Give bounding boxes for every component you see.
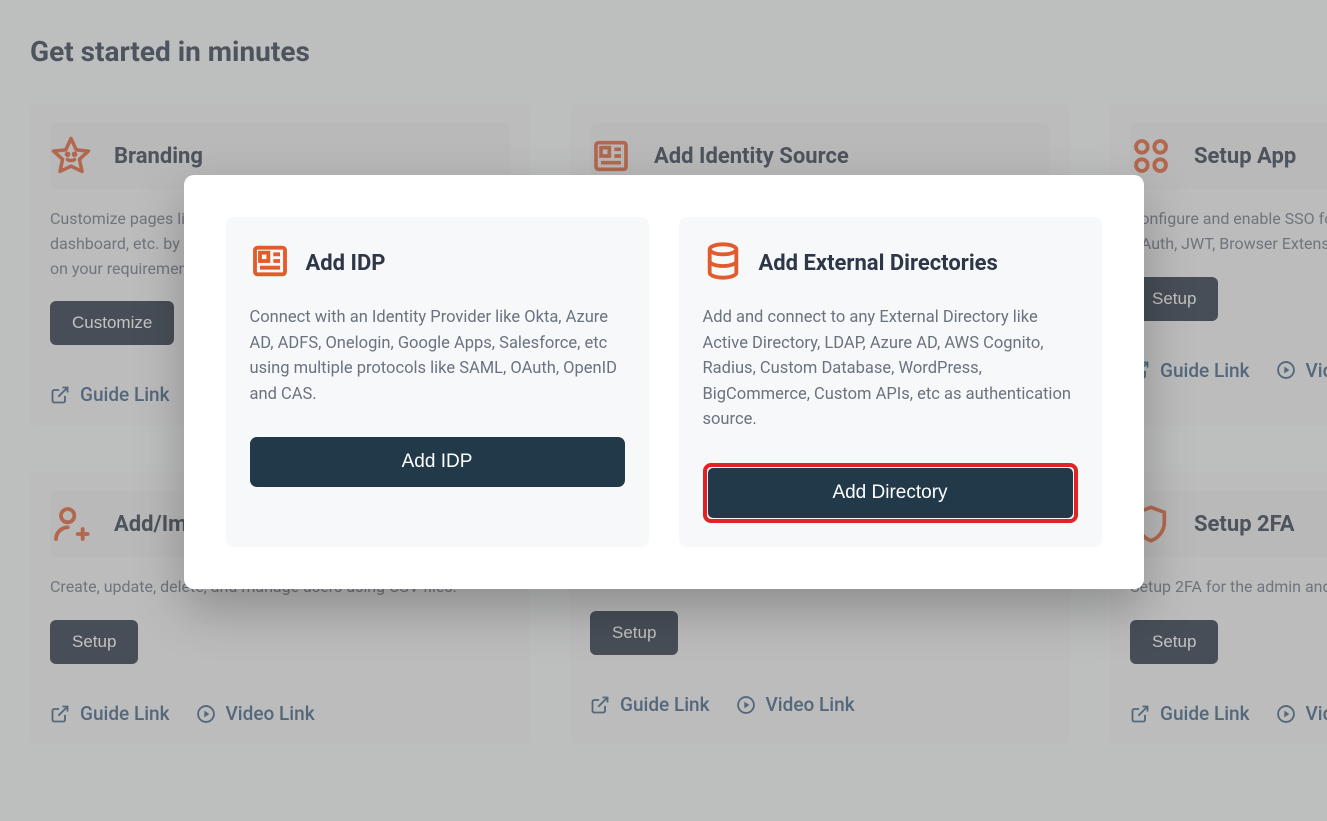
modal-card-add-idp: Add IDP Connect with an Identity Provide…	[226, 217, 649, 547]
modal-desc-add-directory: Add and connect to any External Director…	[703, 305, 1078, 433]
identity-source-modal: Add IDP Connect with an Identity Provide…	[184, 175, 1144, 589]
modal-overlay[interactable]: Add IDP Connect with an Identity Provide…	[0, 0, 1327, 821]
add-directory-button[interactable]: Add Directory	[708, 468, 1073, 518]
modal-card-add-directory: Add External Directories Add and connect…	[679, 217, 1102, 547]
modal-title-add-idp: Add IDP	[306, 251, 386, 276]
modal-desc-add-idp: Connect with an Identity Provider like O…	[250, 305, 625, 407]
highlight-frame: Add Directory	[703, 463, 1078, 523]
database-icon	[703, 241, 743, 285]
modal-title-add-directory: Add External Directories	[759, 251, 998, 276]
add-idp-button[interactable]: Add IDP	[250, 437, 625, 487]
id-card-icon	[250, 241, 290, 285]
